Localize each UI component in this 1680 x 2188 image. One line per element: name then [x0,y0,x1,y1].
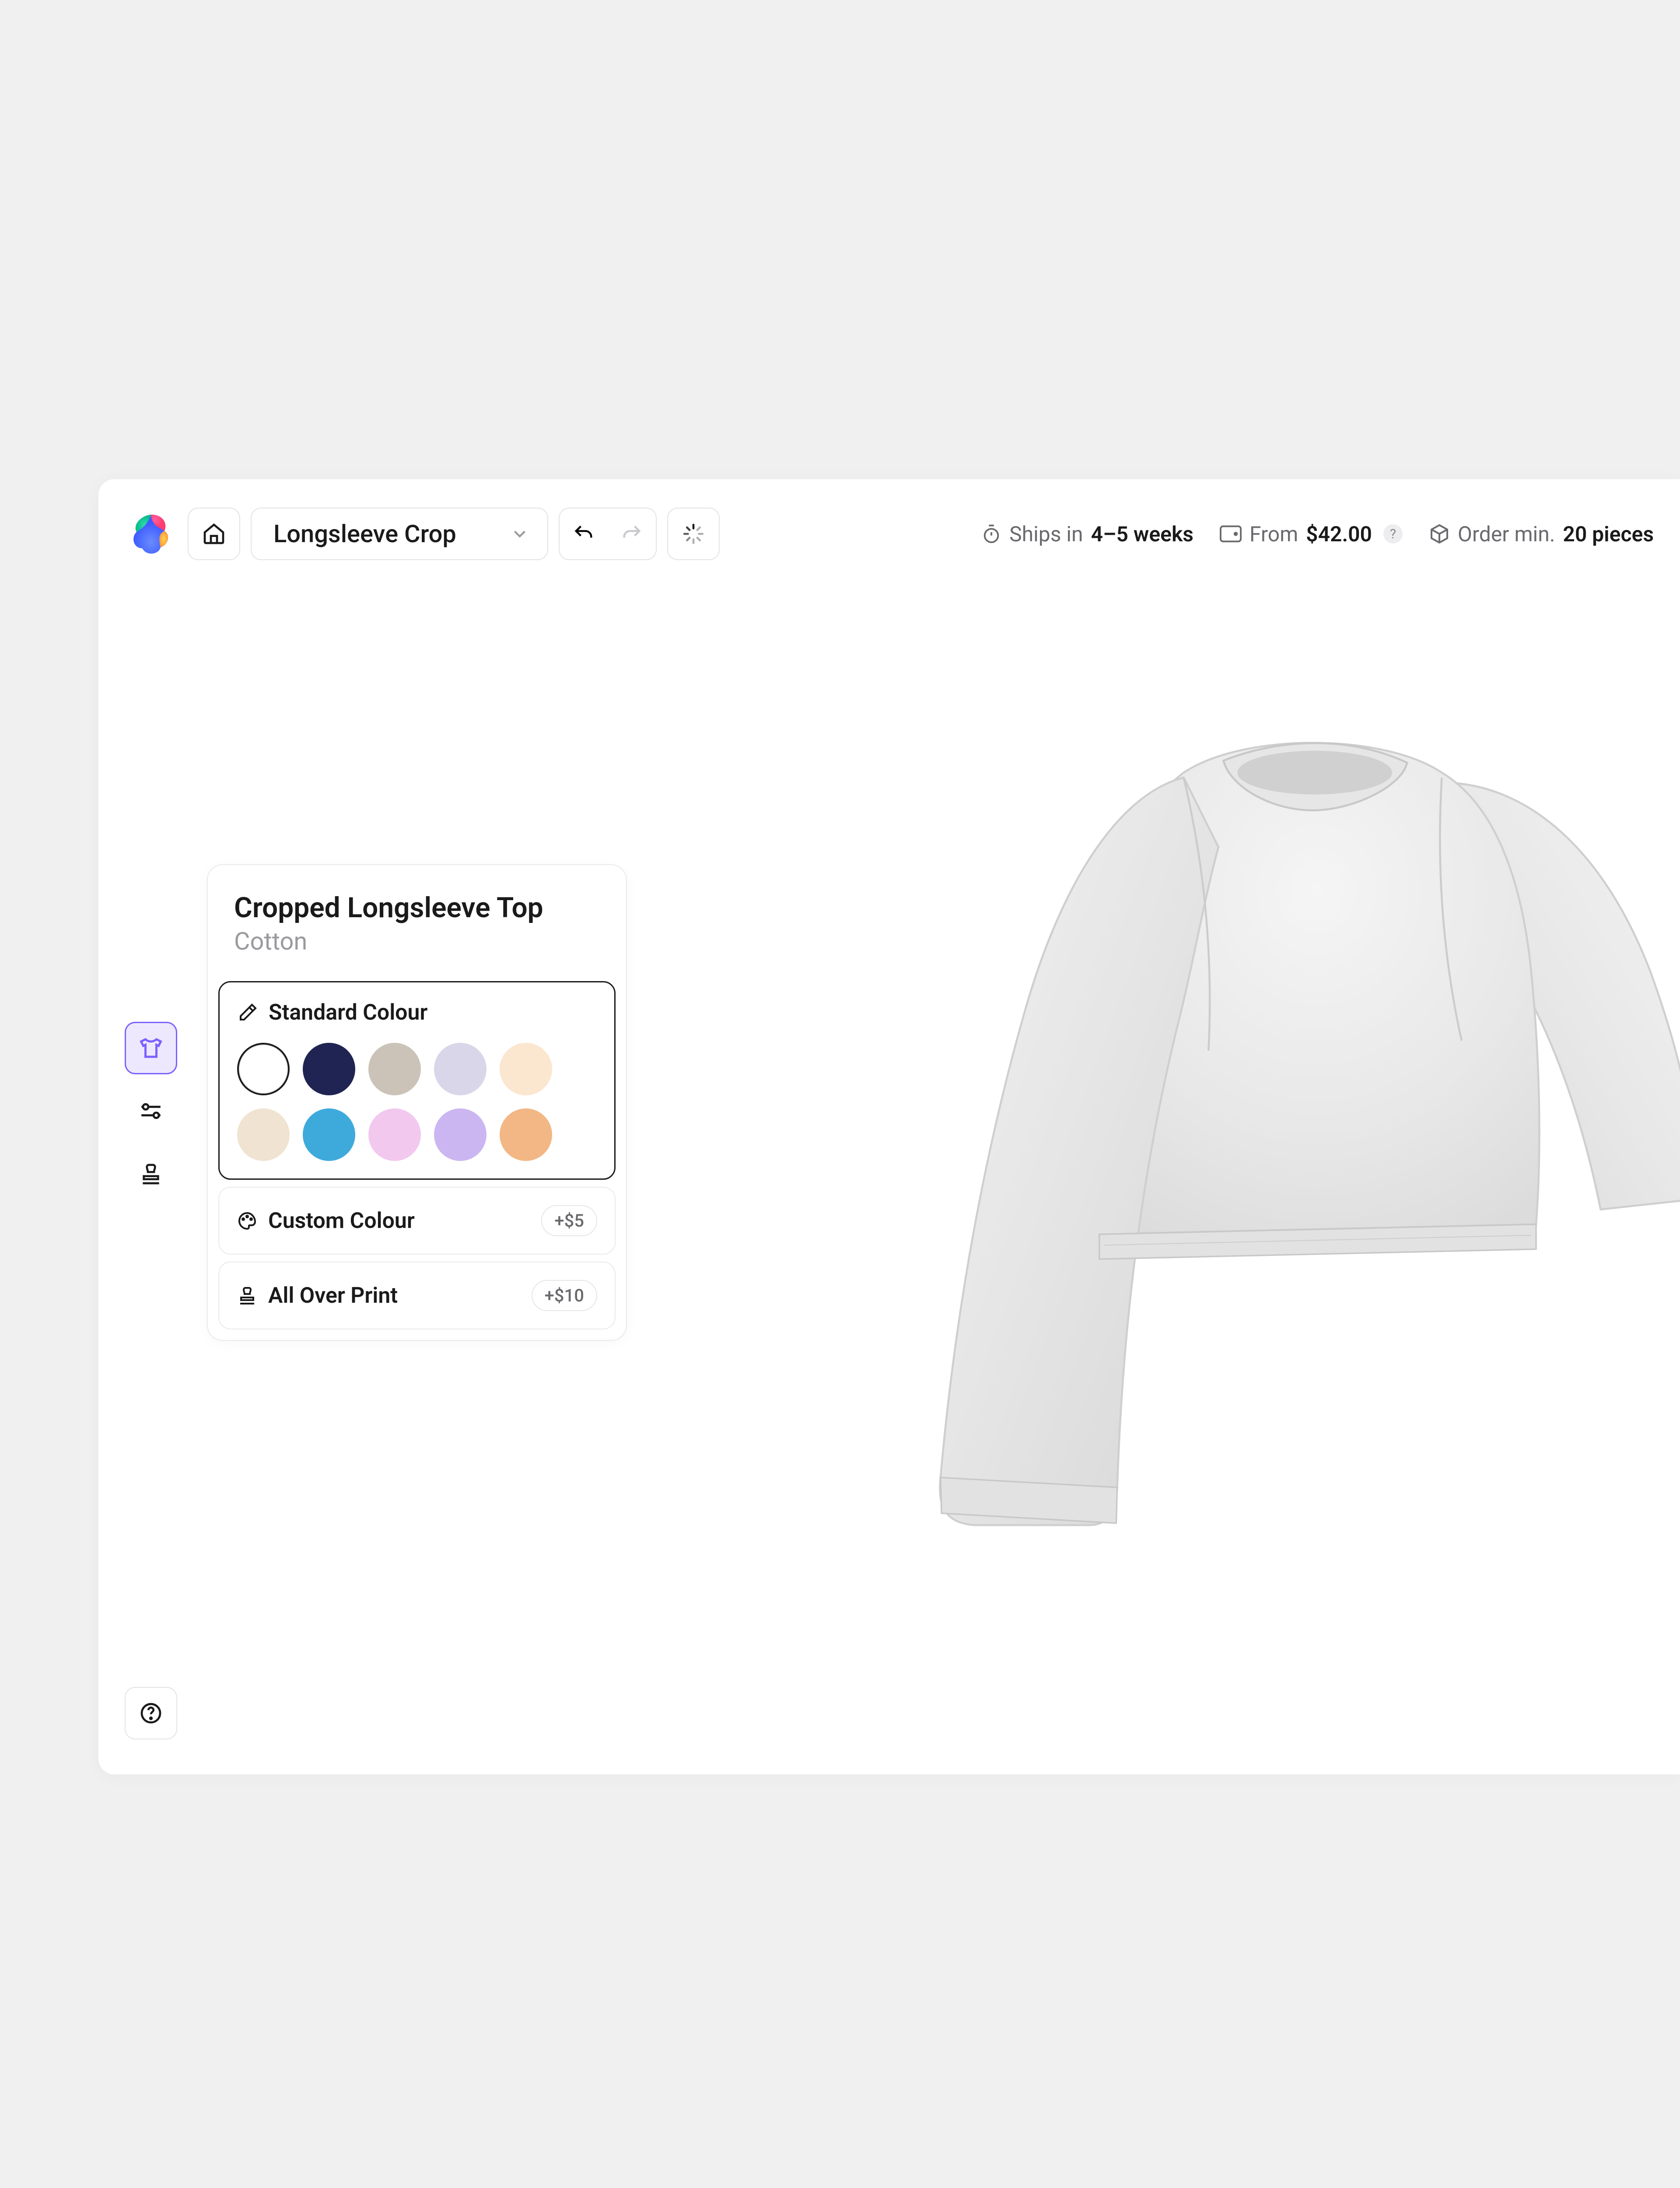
help-icon [139,1701,163,1725]
all-over-print-price: +$10 [532,1280,597,1311]
all-over-print-card[interactable]: All Over Print +$10 [218,1262,616,1329]
colour-swatch[interactable] [303,1043,355,1095]
colour-swatch[interactable] [368,1043,421,1095]
custom-colour-price: +$5 [541,1205,597,1236]
standard-colour-label: Standard Colour [269,1000,597,1025]
home-button[interactable] [188,508,240,560]
sliders-icon [138,1098,164,1124]
package-icon [1429,523,1450,544]
eyedropper-icon [237,1002,258,1023]
home-icon [202,522,226,546]
product-dropdown[interactable]: Longsleeve Crop [251,508,548,560]
undo-icon [572,522,595,545]
garment-render [886,624,1680,1656]
shirt-icon [138,1035,164,1061]
colour-swatch[interactable] [434,1043,486,1095]
panel-title: Cropped Longsleeve Top [234,891,600,924]
colour-swatch[interactable] [368,1108,421,1161]
loading-icon [682,523,704,545]
palette-icon [237,1210,258,1231]
order-min-info: Order min. 20 pieces [1429,522,1654,547]
all-over-print-label: All Over Print [268,1283,521,1308]
colour-swatch[interactable] [237,1108,290,1161]
colour-swatch[interactable] [303,1108,355,1161]
colour-swatch[interactable] [500,1108,552,1161]
undo-button[interactable] [560,508,608,559]
standard-colour-card[interactable]: Standard Colour [218,981,616,1180]
redo-button[interactable] [608,508,656,559]
price-help-icon[interactable]: ? [1383,524,1403,543]
undo-redo-group [559,508,657,560]
product-dropdown-label: Longsleeve Crop [273,519,456,548]
top-toolbar: Longsleeve Crop [125,505,1654,562]
ships-in-info: Ships in 4–5 weeks [981,522,1194,547]
colour-swatch[interactable] [500,1043,552,1095]
tool-rail [125,1022,177,1200]
config-panel: Cropped Longsleeve Top Cotton Standard C… [207,864,627,1341]
panel-header: Cropped Longsleeve Top Cotton [218,876,616,974]
colour-swatch[interactable] [434,1108,486,1161]
wallet-icon [1220,525,1242,543]
order-info: Ships in 4–5 weeks From $42.00 ? Order m… [981,522,1654,547]
price-from-info: From $42.00 ? [1220,522,1403,547]
loading-button[interactable] [667,508,720,560]
panel-subtitle: Cotton [234,927,600,956]
redo-icon [620,522,643,545]
colour-swatch[interactable] [237,1043,290,1095]
app-logo[interactable] [125,508,177,560]
garment-preview[interactable] [886,624,1680,1656]
custom-colour-card[interactable]: Custom Colour +$5 [218,1187,616,1255]
chevron-down-icon [510,524,530,544]
help-button[interactable] [125,1687,177,1739]
stamp-icon [139,1162,163,1186]
stopwatch-icon [981,524,1001,544]
custom-colour-label: Custom Colour [268,1208,531,1234]
rail-settings-tab[interactable] [125,1085,177,1137]
editor-canvas: Longsleeve Crop [98,479,1680,1774]
stamp-icon [237,1285,258,1306]
rail-print-tab[interactable] [125,1148,177,1200]
rail-garment-tab[interactable] [125,1022,177,1074]
swatch-grid [237,1043,597,1161]
